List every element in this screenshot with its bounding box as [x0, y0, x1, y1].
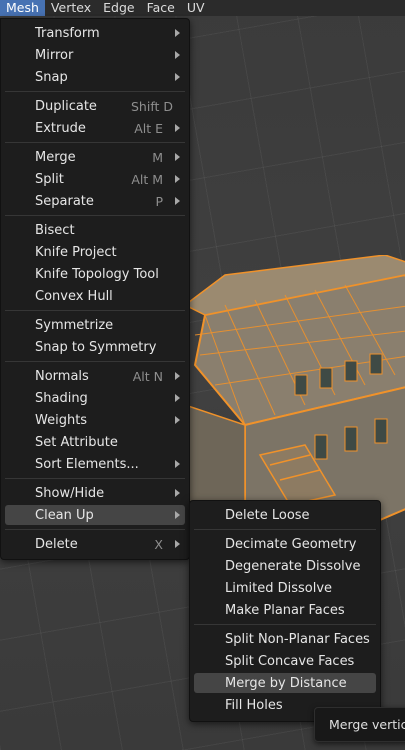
- submenu-arrow-icon: [175, 153, 180, 161]
- menu-item-convex-hull[interactable]: Convex Hull: [5, 286, 185, 306]
- menu-separator: [5, 215, 185, 216]
- menu-item-mirror[interactable]: Mirror: [5, 45, 185, 65]
- submenu-arrow-icon: [175, 540, 180, 548]
- menu-item-snap-to-symmetry[interactable]: Snap to Symmetry: [5, 337, 185, 357]
- menu-item-merge-by-distance[interactable]: Merge by Distance: [194, 673, 376, 693]
- submenu-arrow-icon: [175, 51, 180, 59]
- tooltip: Merge vertices: [314, 707, 405, 742]
- menu-item-make-planar-faces[interactable]: Make Planar Faces: [194, 600, 376, 620]
- menu-separator: [5, 361, 185, 362]
- menu-item-normals[interactable]: Normals Alt N: [5, 366, 185, 386]
- menu-item-set-attribute[interactable]: Set Attribute: [5, 432, 185, 452]
- menu-item-duplicate[interactable]: Duplicate Shift D: [5, 96, 185, 116]
- submenu-arrow-icon: [175, 29, 180, 37]
- menu-separator: [194, 624, 376, 625]
- menu-item-symmetrize[interactable]: Symmetrize: [5, 315, 185, 335]
- menu-item-split-concave-faces[interactable]: Split Concave Faces: [194, 651, 376, 671]
- submenu-arrow-icon: [175, 511, 180, 519]
- submenu-arrow-icon: [175, 416, 180, 424]
- mesh-dropdown-menu: Transform Mirror Snap Duplicate Shift D E…: [0, 18, 190, 560]
- menu-item-split-non-planar-faces[interactable]: Split Non-Planar Faces: [194, 629, 376, 649]
- submenu-arrow-icon: [175, 124, 180, 132]
- menu-item-degenerate-dissolve[interactable]: Degenerate Dissolve: [194, 556, 376, 576]
- menu-item-split[interactable]: Split Alt M: [5, 169, 185, 189]
- menu-item-weights[interactable]: Weights: [5, 410, 185, 430]
- menu-item-merge[interactable]: Merge M: [5, 147, 185, 167]
- menu-item-shading[interactable]: Shading: [5, 388, 185, 408]
- menu-separator: [5, 529, 185, 530]
- menu-item-show-hide[interactable]: Show/Hide: [5, 483, 185, 503]
- submenu-arrow-icon: [175, 197, 180, 205]
- submenu-arrow-icon: [175, 460, 180, 468]
- edge-menu-button[interactable]: Edge: [97, 0, 140, 16]
- menu-item-extrude[interactable]: Extrude Alt E: [5, 118, 185, 138]
- menu-separator: [5, 310, 185, 311]
- submenu-arrow-icon: [175, 73, 180, 81]
- menu-item-decimate-geometry[interactable]: Decimate Geometry: [194, 534, 376, 554]
- tooltip-text: Merge vertices: [329, 717, 405, 732]
- uv-menu-button[interactable]: UV: [181, 0, 211, 16]
- menu-item-knife-topology-tool[interactable]: Knife Topology Tool: [5, 264, 185, 284]
- submenu-arrow-icon: [175, 489, 180, 497]
- submenu-arrow-icon: [175, 394, 180, 402]
- menu-separator: [5, 91, 185, 92]
- menu-item-limited-dissolve[interactable]: Limited Dissolve: [194, 578, 376, 598]
- menu-item-knife-project[interactable]: Knife Project: [5, 242, 185, 262]
- menu-item-transform[interactable]: Transform: [5, 23, 185, 43]
- menu-item-delete-loose[interactable]: Delete Loose: [194, 505, 376, 525]
- menu-item-snap[interactable]: Snap: [5, 67, 185, 87]
- menu-item-sort-elements[interactable]: Sort Elements...: [5, 454, 185, 474]
- menu-item-bisect[interactable]: Bisect: [5, 220, 185, 240]
- menu-separator: [194, 529, 376, 530]
- menu-item-delete[interactable]: Delete X: [5, 534, 185, 554]
- mesh-menu-button[interactable]: Mesh: [0, 0, 45, 16]
- face-menu-button[interactable]: Face: [141, 0, 181, 16]
- vertex-menu-button[interactable]: Vertex: [45, 0, 97, 16]
- submenu-arrow-icon: [175, 175, 180, 183]
- menu-item-separate[interactable]: Separate P: [5, 191, 185, 211]
- submenu-arrow-icon: [175, 372, 180, 380]
- menu-separator: [5, 478, 185, 479]
- header-menubar: Mesh Vertex Edge Face UV: [0, 0, 405, 16]
- menu-separator: [5, 142, 185, 143]
- menu-item-clean-up[interactable]: Clean Up: [5, 505, 185, 525]
- clean-up-submenu: Delete Loose Decimate Geometry Degenerat…: [189, 500, 381, 722]
